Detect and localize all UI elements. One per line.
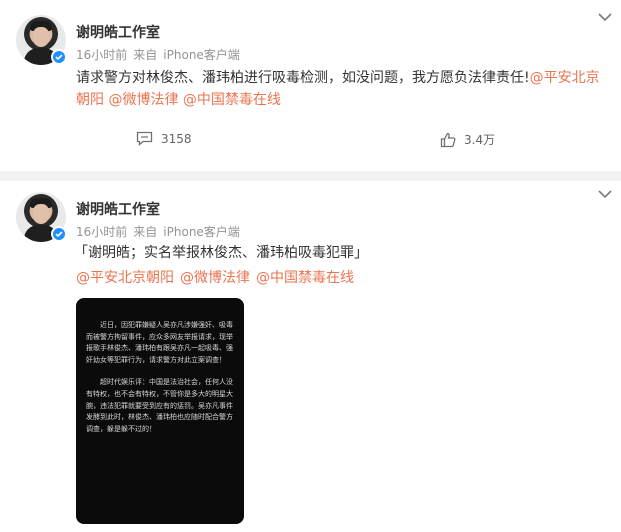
feed-divider [0, 171, 621, 181]
like-icon [440, 132, 456, 147]
post-source: iPhone客户端 [163, 225, 240, 239]
author-name[interactable]: 谢明皓工作室 [76, 22, 160, 42]
verified-badge-icon [51, 49, 67, 65]
post-time[interactable]: 16小时前 [76, 48, 127, 62]
image-paragraph: 近日，因犯罪嫌疑人吴亦凡涉嫌强奸、吸毒而被警方拘留事件，应众多网友举报请求，现举… [86, 321, 233, 364]
weibo-post-1: 谢明皓工作室 16小时前 来自 iPhone客户端 请求警方对林俊杰、潘玮柏进行吸毒… [0, 0, 621, 171]
mention-link[interactable]: @中国禁毒在线 [256, 270, 354, 286]
chevron-down-icon[interactable] [598, 189, 612, 199]
post-image[interactable]: 近日，因犯罪嫌疑人吴亦凡涉嫌强奸、吸毒而被警方拘留事件，应众多网友举报请求，现举… [76, 298, 244, 524]
source-prefix: 来自 [133, 48, 158, 62]
mention-link[interactable]: @微博法律 [180, 270, 250, 286]
image-paragraph: 超时代娱乐评：中国是法治社会，任何人没有特权，也不会有特权，不管你是多大的明星大… [86, 378, 233, 433]
post-meta: 16小时前 来自 iPhone客户端 [76, 46, 246, 63]
mention-list: @平安北京朝阳 @微博法律 @中国禁毒在线 [76, 267, 360, 287]
post-body: 请求警方对林俊杰、潘玮柏进行吸毒检测，如没问题，我方愿负法律责任! [76, 70, 530, 86]
verified-badge-icon [51, 226, 67, 242]
like-button[interactable]: 3.4万 [440, 131, 495, 148]
comment-count: 3158 [161, 131, 192, 146]
comment-button[interactable]: 3158 [136, 131, 192, 146]
mention-link[interactable]: @中国禁毒在线 [183, 92, 281, 108]
comment-icon [136, 131, 153, 146]
post-meta: 16小时前 来自 iPhone客户端 [76, 223, 246, 240]
like-count: 3.4万 [464, 133, 496, 147]
image-text: 近日，因犯罪嫌疑人吴亦凡涉嫌强奸、吸毒而被警方拘留事件，应众多网友举报请求，现举… [86, 320, 234, 446]
post-text: 请求警方对林俊杰、潘玮柏进行吸毒检测，如没问题，我方愿负法律责任!@平安北京朝阳… [76, 67, 610, 111]
post-time[interactable]: 16小时前 [76, 225, 127, 239]
mention-link[interactable]: @微博法律 [108, 92, 178, 108]
post-actions: 3158 3.4万 [0, 131, 621, 155]
source-prefix: 来自 [133, 225, 158, 239]
post-title: 「谢明皓；实名举报林俊杰、潘玮柏吸毒犯罪」 [74, 245, 368, 261]
post-source: iPhone客户端 [163, 48, 240, 62]
chevron-down-icon[interactable] [598, 12, 612, 22]
mention-link[interactable]: @平安北京朝阳 [76, 270, 174, 286]
author-name[interactable]: 谢明皓工作室 [76, 199, 160, 219]
weibo-post-2: 谢明皓工作室 16小时前 来自 iPhone客户端 「谢明皓；实名举报林俊杰、潘玮柏… [0, 181, 621, 532]
